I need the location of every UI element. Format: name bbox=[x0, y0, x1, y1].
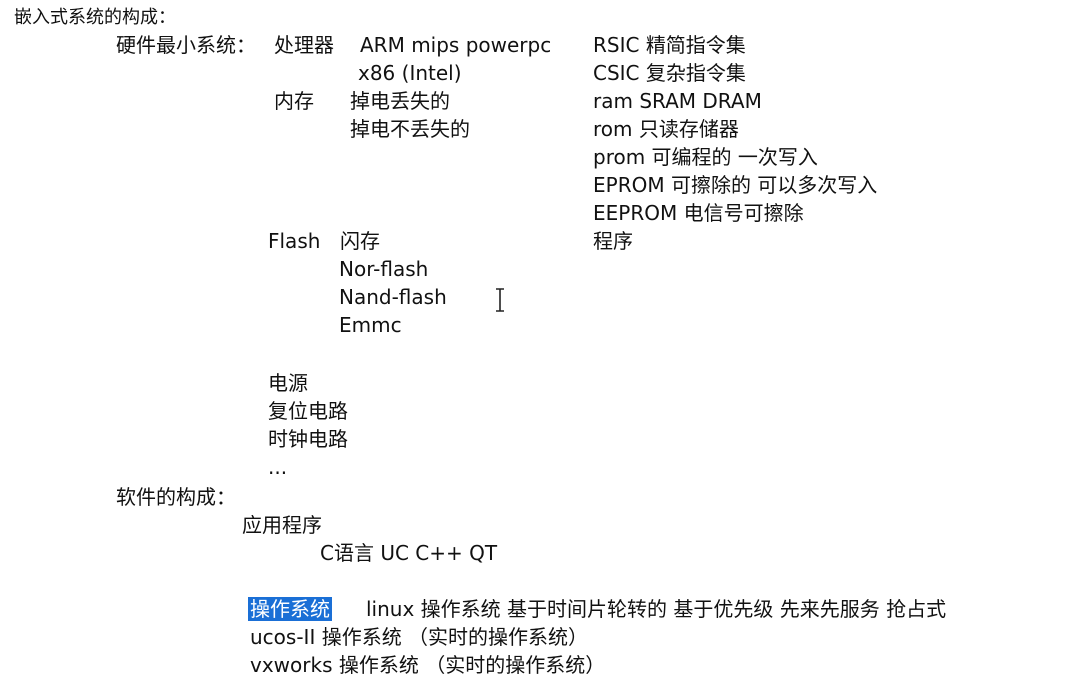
apps-label: 应用程序 bbox=[242, 513, 322, 537]
flash-item-nor: Nor-flash bbox=[339, 257, 429, 281]
memory-nonvolatile: 掉电不丢失的 bbox=[350, 117, 470, 141]
os-line-2: ucos-II 操作系统 （实时的操作系统） bbox=[250, 625, 589, 649]
text-cursor-icon bbox=[496, 288, 504, 312]
reset-circuit-text: 复位电路 bbox=[268, 399, 348, 423]
os-line-3: vxworks 操作系统 （实时的操作系统） bbox=[250, 653, 606, 677]
ellipsis-text: ... bbox=[268, 455, 288, 479]
rom-text: rom 只读存储器 bbox=[593, 117, 739, 141]
apps-languages: C语言 UC C++ QT bbox=[320, 541, 498, 565]
os-line-1: 操作系统 linux 操作系统 基于时间片轮转的 基于优先级 先来先服务 抢占式 bbox=[248, 596, 946, 622]
eeprom-text: EEPROM 电信号可擦除 bbox=[593, 201, 804, 225]
processor-architectures: ARM mips powerpc bbox=[360, 33, 552, 57]
clock-circuit-text: 时钟电路 bbox=[268, 427, 348, 451]
memory-label: 内存 bbox=[274, 89, 314, 113]
ram-text: ram SRAM DRAM bbox=[593, 89, 762, 113]
flash-item-nand: Nand-flash bbox=[339, 285, 447, 309]
power-supply-text: 电源 bbox=[268, 371, 308, 395]
risc-text: RSIC 精简指令集 bbox=[593, 33, 746, 57]
flash-item-emmc: Emmc bbox=[339, 313, 402, 337]
flash-label: Flash bbox=[268, 229, 321, 253]
page-title: 嵌入式系统的构成： bbox=[14, 7, 176, 28]
processor-x86: x86 (Intel) bbox=[358, 61, 462, 85]
software-label: 软件的构成： bbox=[116, 485, 236, 509]
processor-label: 处理器 bbox=[274, 33, 334, 57]
eprom-text: EPROM 可擦除的 可以多次写入 bbox=[593, 173, 878, 197]
flash-desc: 闪存 bbox=[340, 229, 380, 253]
prom-text: prom 可编程的 一次写入 bbox=[593, 145, 818, 169]
os-line-1-rest: linux 操作系统 基于时间片轮转的 基于优先级 先来先服务 抢占式 bbox=[366, 597, 947, 621]
cisc-text: CSIC 复杂指令集 bbox=[593, 61, 746, 85]
memory-volatile: 掉电丢失的 bbox=[350, 89, 450, 113]
selected-text-os[interactable]: 操作系统 bbox=[248, 597, 332, 621]
hardware-label: 硬件最小系统： bbox=[116, 33, 256, 57]
program-text: 程序 bbox=[593, 229, 633, 253]
